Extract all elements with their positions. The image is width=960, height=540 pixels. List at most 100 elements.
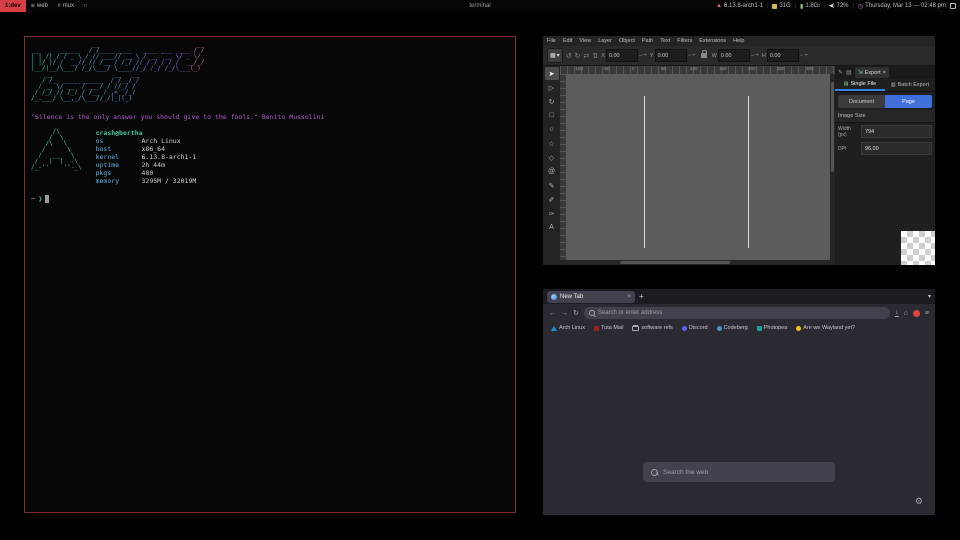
width-input[interactable]: 794 (861, 125, 932, 138)
close-icon[interactable]: × (883, 70, 886, 76)
menu-extensions[interactable]: Extensions (699, 38, 726, 44)
search-placeholder: Search the web (663, 469, 708, 476)
menu-view[interactable]: View (579, 38, 591, 44)
scrollbar-thumb[interactable] (831, 82, 834, 172)
decrement-button[interactable]: − (639, 53, 643, 59)
disk-module: 31G (772, 3, 790, 9)
shape-builder-tool[interactable]: ↻ (545, 95, 559, 108)
rectangle-tool[interactable]: □ (545, 109, 559, 122)
tray-icon[interactable] (950, 3, 956, 9)
edit-icon[interactable]: ✎ (838, 69, 843, 76)
memory-icon: ▮ (800, 3, 803, 10)
decrement-button[interactable]: − (688, 53, 692, 59)
export-preview-checkerboard (901, 231, 935, 265)
menu-path[interactable]: Path (642, 38, 653, 44)
pencil-tool[interactable]: ✎ (545, 179, 559, 192)
selection-mode-button[interactable]: ▦▾ (547, 48, 563, 63)
increment-button[interactable]: + (755, 53, 759, 59)
horizontal-scrollbar[interactable] (560, 260, 835, 265)
menu-filters[interactable]: Filters (677, 38, 692, 44)
url-bar[interactable]: Search or enter address (584, 307, 890, 319)
menu-object[interactable]: Object (619, 38, 635, 44)
bookmark-tuta-mail[interactable]: Tuta Mail (594, 325, 623, 331)
dpi-input[interactable]: 96.00 (861, 142, 932, 155)
toolbox: ➤ ▷ ↻ □ ○ ☆ ◇ @ ✎ ✐ ✑ A (543, 66, 560, 265)
flip-horizontal-icon[interactable]: ⇄ (583, 52, 589, 60)
personalize-gear-icon[interactable]: ⚙ (915, 496, 923, 507)
workspace-empty[interactable]: □ (79, 0, 92, 12)
tab-list-chevron-icon[interactable]: ▾ (928, 293, 931, 300)
shell-prompt[interactable]: ~ ❯ (31, 195, 509, 203)
tab-title: New Tab (560, 294, 583, 300)
bookmark-photopea[interactable]: Photopea (757, 325, 788, 331)
close-tab-icon[interactable]: × (627, 294, 631, 300)
rotate-cw-icon[interactable]: ↻ (575, 52, 581, 60)
browser-window[interactable]: New Tab × + ▾ ← → ↻ Search or enter addr… (543, 289, 935, 515)
node-editor-tool[interactable]: ▷ (545, 81, 559, 94)
star-tool[interactable]: ☆ (545, 137, 559, 150)
kernel-version: 6.13.8-arch1-1 (724, 3, 763, 9)
increment-button[interactable]: + (804, 53, 808, 59)
volume-module[interactable]: ◀) 72% (829, 3, 849, 9)
fetch-row: uptime 2h 44m (96, 161, 197, 169)
ellipse-tool[interactable]: ○ (545, 123, 559, 136)
export-tab[interactable]: ⇲ Export × (855, 67, 889, 78)
bookmark-label: Codeberg (724, 325, 748, 331)
text-tool[interactable]: A (545, 221, 559, 234)
extension-icon[interactable] (913, 310, 920, 317)
back-button[interactable]: ← (549, 310, 556, 317)
rotate-ccw-icon[interactable]: ↺ (566, 52, 572, 60)
ruler-tick: 300 (806, 66, 835, 71)
workspace-mux[interactable]: # mux (53, 0, 79, 12)
bookmark-are-we-wayland-yet[interactable]: Are we Wayland yet? (796, 325, 855, 331)
scrollbar-thumb[interactable] (620, 261, 730, 264)
active-tab[interactable]: New Tab × (547, 291, 635, 303)
document-button[interactable]: Document (838, 95, 885, 108)
menu-button[interactable]: ≡ (925, 310, 929, 317)
decrement-button[interactable]: − (800, 53, 804, 59)
home-button[interactable]: ⌂ (904, 310, 908, 317)
menu-file[interactable]: File (547, 38, 556, 44)
x-input[interactable]: 0.00 (606, 49, 638, 62)
forward-button[interactable]: → (561, 310, 568, 317)
reload-button[interactable]: ↻ (573, 309, 579, 317)
workspace-dev[interactable]: 1:dev (0, 0, 26, 12)
new-tab-button[interactable]: + (639, 292, 644, 301)
bookmark-discord[interactable]: Discord (682, 325, 708, 331)
terminal-window[interactable]: __ __ _ _____ / /____ ____ ____ ___ ___ … (24, 36, 516, 513)
menu-layer[interactable]: Layer (598, 38, 612, 44)
downloads-button[interactable]: ↓ (895, 310, 899, 317)
workspace-web[interactable]: ⊕ web (26, 0, 53, 12)
web-search-box[interactable]: Search the web (643, 462, 835, 482)
fetch-label: pkgs (96, 169, 138, 177)
y-input[interactable]: 0.00 (655, 49, 687, 62)
lock-ratio-icon[interactable] (701, 53, 707, 58)
increment-button[interactable]: + (643, 53, 647, 59)
menu-edit[interactable]: Edit (563, 38, 572, 44)
vertical-scrollbar[interactable] (830, 74, 835, 260)
batch-export-tab[interactable]: ▥ Batch Export (885, 79, 935, 91)
increment-button[interactable]: + (692, 53, 696, 59)
menu-help[interactable]: Help (733, 38, 744, 44)
menu-text[interactable]: Text (660, 38, 670, 44)
bookmark-folder-software-refs[interactable]: software refs (632, 325, 672, 331)
desktop: 1:dev ⊕ web # mux □ terminal ▲ 6.13.8-ar… (0, 0, 960, 540)
bookmark-arch-linux[interactable]: Arch Linux (551, 325, 585, 331)
spiral-tool[interactable]: @ (545, 165, 559, 178)
pen-tool[interactable]: ✐ (545, 193, 559, 206)
swatches-icon[interactable]: ▤ (846, 69, 852, 76)
single-file-tab[interactable]: ▤ Single File (835, 79, 885, 91)
h-input[interactable]: 0.00 (767, 49, 799, 62)
ruler-tick: 100 (690, 66, 719, 71)
canvas[interactable] (566, 74, 830, 260)
decrement-button[interactable]: − (751, 53, 755, 59)
calligraphy-tool[interactable]: ✑ (545, 207, 559, 220)
search-icon (651, 469, 658, 476)
page-button[interactable]: Page (885, 95, 932, 108)
inkscape-window[interactable]: File Edit View Layer Object Path Text Fi… (543, 36, 935, 264)
w-input[interactable]: 0.00 (718, 49, 750, 62)
flip-vertical-icon[interactable]: ⇅ (592, 52, 598, 60)
box3d-tool[interactable]: ◇ (545, 151, 559, 164)
selector-tool[interactable]: ➤ (545, 67, 559, 80)
bookmark-codeberg[interactable]: Codeberg (717, 325, 748, 331)
